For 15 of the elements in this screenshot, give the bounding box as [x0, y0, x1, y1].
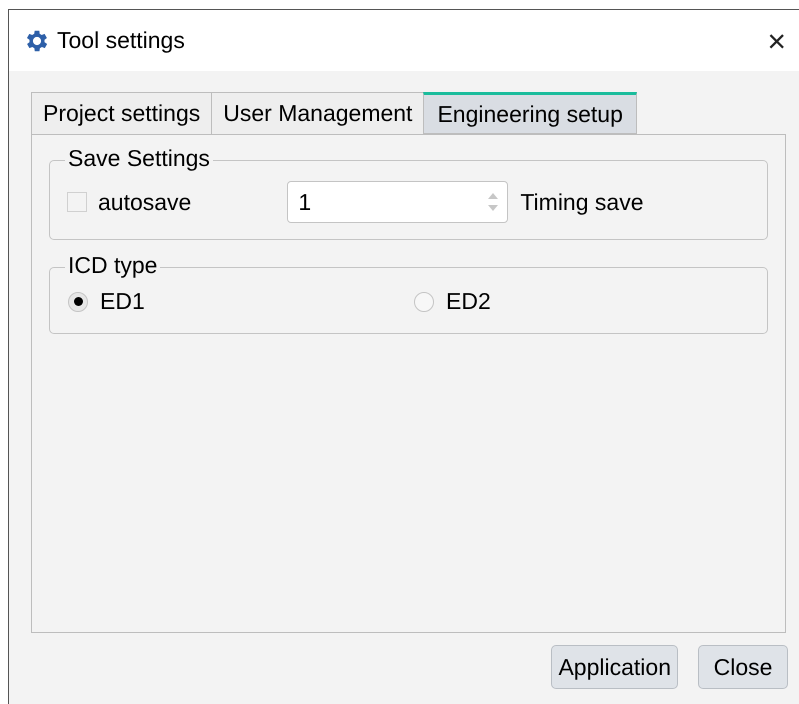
number-field[interactable]: 1	[287, 181, 508, 223]
close-button[interactable]: ×	[767, 24, 786, 56]
radio-label: ED2	[446, 287, 491, 316]
tab[interactable]: Project settings	[31, 92, 212, 134]
field-label: Timing save	[520, 188, 644, 217]
radio-button[interactable]	[68, 292, 88, 312]
dialog-button[interactable]: Application	[551, 645, 678, 689]
radio-label: ED1	[100, 287, 145, 316]
radio-button[interactable]	[414, 292, 434, 312]
window-title: Tool settings	[57, 26, 185, 56]
dialog-button[interactable]: Close	[698, 645, 788, 689]
tab[interactable]: User Management	[211, 92, 424, 134]
checkbox-label: autosave	[98, 188, 192, 217]
tab[interactable]: Engineering setup	[423, 92, 637, 134]
checkbox[interactable]	[67, 192, 87, 212]
